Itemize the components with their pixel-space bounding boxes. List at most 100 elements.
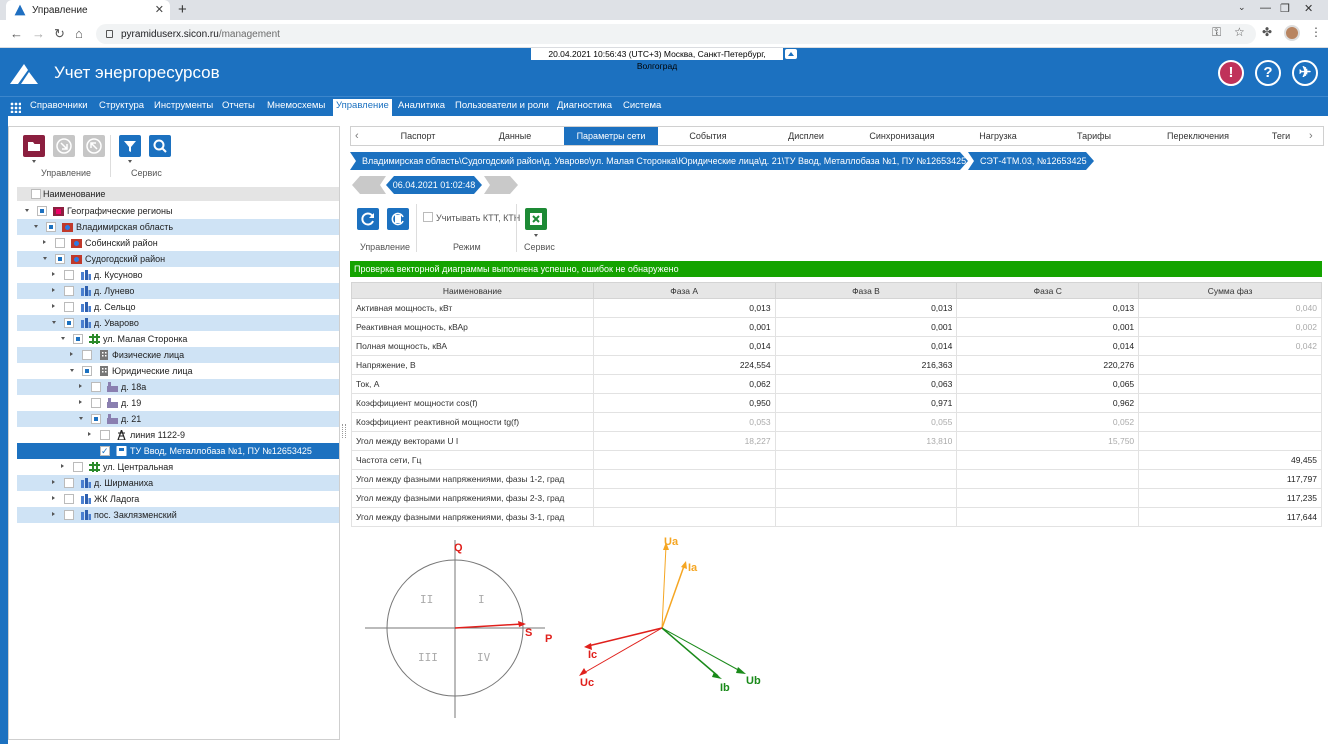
table-row[interactable]: Реактивная мощность, кВАр 0,001 0,001 0,001… <box>351 317 1322 337</box>
expand-arrow-right-icon[interactable] <box>52 480 55 484</box>
tree-row-checkbox[interactable] <box>91 414 101 424</box>
tree-row[interactable]: д. 19 <box>17 395 339 411</box>
profile-avatar[interactable] <box>1284 25 1300 41</box>
collapse-datetime-icon[interactable] <box>785 49 797 59</box>
tabs-scroll-right-icon[interactable]: › <box>1309 130 1313 142</box>
tree-row-checkbox[interactable] <box>64 478 74 488</box>
expand-arrow-down-icon[interactable] <box>61 337 65 340</box>
user-logout-icon[interactable]: ✈ <box>1292 60 1318 86</box>
next-date-button[interactable] <box>484 176 518 194</box>
expand-arrow-down-icon[interactable] <box>34 225 38 228</box>
back-arrow-icon[interactable]: ← <box>10 26 23 41</box>
tab-search-icon[interactable]: ⌄ <box>1238 2 1246 13</box>
close-window-icon[interactable]: ✕ <box>1304 2 1313 15</box>
table-row[interactable]: Частота сети, Гц 49,455 <box>351 450 1322 470</box>
menu-item-management[interactable]: Управление <box>333 99 392 118</box>
expand-arrow-right-icon[interactable] <box>70 352 73 356</box>
close-tab-icon[interactable]: ✕ <box>155 3 164 16</box>
table-row[interactable]: Угол между фазными напряжениями, фазы 1-… <box>351 469 1322 489</box>
tree-row-checkbox[interactable] <box>73 334 83 344</box>
extensions-puzzle-icon[interactable]: ✤ <box>1262 25 1272 39</box>
table-row[interactable]: Ток, А 0,062 0,063 0,065 <box>351 374 1322 394</box>
tree-row[interactable]: д. 21 <box>17 411 339 427</box>
tree-row[interactable]: ЖК Ладога <box>17 491 339 507</box>
tree-row[interactable]: д. Кусуново <box>17 267 339 283</box>
new-tab-icon[interactable]: + <box>178 1 187 18</box>
tree-row[interactable]: Физические лица <box>17 347 339 363</box>
tree-row-checkbox[interactable] <box>82 350 92 360</box>
menu-item-tools[interactable]: Инструменты <box>154 99 213 118</box>
tree-row[interactable]: д. Ширманиха <box>17 475 339 491</box>
forward-arrow-icon[interactable]: → <box>32 26 45 41</box>
tree-row[interactable]: ул. Малая Сторонка <box>17 331 339 347</box>
menu-item-reports[interactable]: Отчеты <box>222 99 255 118</box>
table-row[interactable]: Угол между векторами U I 18,227 13,810 15,7… <box>351 431 1322 451</box>
date-selector[interactable]: 06.04.2021 01:02:48 <box>386 176 482 194</box>
tree-header-checkbox[interactable] <box>31 189 41 199</box>
expand-arrow-right-icon[interactable] <box>52 272 55 276</box>
reload-icon[interactable]: ↻ <box>54 26 65 42</box>
tree-row[interactable]: ТУ Ввод, Металлобаза №1, ПУ №12653425 <box>17 443 339 459</box>
tree-row-checkbox[interactable] <box>64 510 74 520</box>
expand-arrow-down-icon[interactable] <box>52 321 56 324</box>
tree-row-checkbox[interactable] <box>46 222 56 232</box>
tree-row-checkbox[interactable] <box>64 318 74 328</box>
expand-arrow-right-icon[interactable] <box>43 240 46 244</box>
refresh-all-icon[interactable] <box>387 208 409 230</box>
table-row[interactable]: Угол между фазными напряжениями, фазы 2-… <box>351 488 1322 508</box>
expand-arrow-down-icon[interactable] <box>25 209 29 212</box>
expand-arrow-right-icon[interactable] <box>79 400 82 404</box>
tab-tariffs[interactable]: Тарифы <box>1047 127 1141 145</box>
go-down-icon[interactable] <box>53 135 75 157</box>
tab-load[interactable]: Нагрузка <box>951 127 1045 145</box>
tree-row-checkbox[interactable] <box>73 462 83 472</box>
filter-dropdown-icon[interactable] <box>128 160 132 163</box>
col-header-phase-b[interactable]: Фаза B <box>774 282 958 299</box>
tree-row[interactable]: Юридические лица <box>17 363 339 379</box>
tree-row[interactable]: Собинский район <box>17 235 339 251</box>
table-row[interactable]: Активная мощность, кВт 0,013 0,013 0,013 0,0… <box>351 298 1322 318</box>
tab-switching[interactable]: Переключения <box>1143 127 1253 145</box>
tree-row[interactable]: Географические регионы <box>17 203 339 219</box>
expand-arrow-right-icon[interactable] <box>79 384 82 388</box>
tree-row-checkbox[interactable] <box>55 254 65 264</box>
col-header-name[interactable]: Наименование <box>351 282 594 299</box>
menu-item-diagnostics[interactable]: Диагностика <box>557 99 612 118</box>
table-row[interactable]: Напряжение, В 224,554 216,363 220,276 <box>351 355 1322 375</box>
table-row[interactable]: Коэффициент реактивной мощности tg(f) 0,0… <box>351 412 1322 432</box>
tree-row[interactable]: д. Уварово <box>17 315 339 331</box>
table-row[interactable]: Коэффициент мощности cos(f) 0,950 0,971 0,9… <box>351 393 1322 413</box>
tree-row-checkbox[interactable] <box>91 382 101 392</box>
excel-export-icon[interactable] <box>525 208 547 230</box>
minimize-icon[interactable]: — <box>1260 2 1271 14</box>
browser-menu-icon[interactable]: ⋮ <box>1310 25 1322 39</box>
tree-row-checkbox[interactable] <box>55 238 65 248</box>
go-up-icon[interactable] <box>83 135 105 157</box>
tab-passport[interactable]: Паспорт <box>373 127 463 145</box>
tabs-scroll-left-icon[interactable]: ‹ <box>355 130 359 142</box>
filter-icon[interactable] <box>119 135 141 157</box>
tree-row-checkbox[interactable] <box>100 443 110 459</box>
folder-dropdown-icon[interactable] <box>32 160 36 163</box>
tree-row[interactable]: Судогодский район <box>17 251 339 267</box>
tab-displays[interactable]: Дисплеи <box>759 127 853 145</box>
menu-item-system[interactable]: Система <box>623 99 661 118</box>
tab-network-params[interactable]: Параметры сети <box>564 127 658 145</box>
col-header-sum[interactable]: Сумма фаз <box>1138 282 1322 299</box>
menu-item-mnemonics[interactable]: Мнемосхемы <box>267 99 325 118</box>
apps-grid-icon[interactable] <box>10 102 21 113</box>
expand-arrow-down-icon[interactable] <box>70 369 74 372</box>
menu-item-references[interactable]: Справочники <box>30 99 88 118</box>
bookmark-star-icon[interactable]: ☆ <box>1234 25 1245 39</box>
tree-row-checkbox[interactable] <box>100 430 110 440</box>
expand-arrow-down-icon[interactable] <box>43 257 47 260</box>
tree-row-checkbox[interactable] <box>64 270 74 280</box>
folder-icon[interactable] <box>23 135 45 157</box>
maximize-icon[interactable]: ❐ <box>1280 2 1290 15</box>
tree-row[interactable]: пос. Заклязменский <box>17 507 339 523</box>
notifications-bell-icon[interactable]: ! <box>1218 60 1244 86</box>
tree-row-checkbox[interactable] <box>82 366 92 376</box>
tree-row-checkbox[interactable] <box>91 398 101 408</box>
search-icon[interactable] <box>149 135 171 157</box>
col-header-phase-a[interactable]: Фаза А <box>592 282 776 299</box>
